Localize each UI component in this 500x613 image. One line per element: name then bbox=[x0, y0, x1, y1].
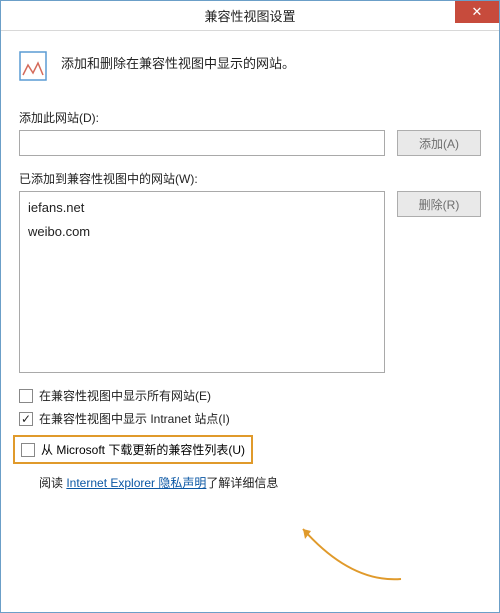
added-sites-label: 已添加到兼容性视图中的网站(W): bbox=[19, 170, 481, 187]
dialog-window: 兼容性视图设置 ✕ 添加和删除在兼容性视图中显示的网站。 添加此网站(D): 添… bbox=[0, 0, 500, 613]
close-icon: ✕ bbox=[472, 4, 483, 20]
checkbox-display-all-label: 在兼容性视图中显示所有网站(E) bbox=[39, 387, 211, 404]
checkbox-display-all-row: 在兼容性视图中显示所有网站(E) bbox=[19, 387, 481, 404]
checkbox-download-list-label: 从 Microsoft 下载更新的兼容性列表(U) bbox=[41, 441, 245, 458]
checkbox-download-list[interactable] bbox=[21, 443, 35, 457]
add-site-label: 添加此网站(D): bbox=[19, 109, 481, 126]
description-text: 添加和删除在兼容性视图中显示的网站。 bbox=[61, 51, 295, 72]
broken-page-icon bbox=[19, 51, 47, 81]
checkbox-display-all[interactable] bbox=[19, 389, 33, 403]
dialog-content: 添加和删除在兼容性视图中显示的网站。 添加此网站(D): 添加(A) 已添加到兼… bbox=[1, 31, 499, 503]
close-button[interactable]: ✕ bbox=[455, 1, 499, 23]
remove-button-column: 删除(R) bbox=[397, 191, 481, 373]
checkbox-display-intranet[interactable] bbox=[19, 412, 33, 426]
remove-button[interactable]: 删除(R) bbox=[397, 191, 481, 217]
window-title: 兼容性视图设置 bbox=[204, 6, 295, 25]
list-item[interactable]: iefans.net bbox=[28, 196, 376, 220]
highlighted-checkbox-row: 从 Microsoft 下载更新的兼容性列表(U) bbox=[13, 435, 253, 464]
privacy-prefix: 阅读 bbox=[39, 476, 66, 490]
privacy-link[interactable]: Internet Explorer 隐私声明 bbox=[66, 476, 206, 490]
description-row: 添加和删除在兼容性视图中显示的网站。 bbox=[19, 51, 481, 81]
privacy-statement-line: 阅读 Internet Explorer 隐私声明了解详细信息 bbox=[39, 474, 481, 491]
add-button[interactable]: 添加(A) bbox=[397, 130, 481, 156]
privacy-suffix: 了解详细信息 bbox=[206, 476, 278, 490]
add-site-input[interactable] bbox=[19, 130, 385, 156]
checkbox-display-intranet-row: 在兼容性视图中显示 Intranet 站点(I) bbox=[19, 410, 481, 427]
titlebar: 兼容性视图设置 ✕ bbox=[1, 1, 499, 31]
checkbox-display-intranet-label: 在兼容性视图中显示 Intranet 站点(I) bbox=[39, 410, 230, 427]
add-site-row: 添加(A) bbox=[19, 130, 481, 156]
annotation-arrow-icon bbox=[291, 521, 411, 591]
added-sites-listbox[interactable]: iefans.netweibo.com bbox=[19, 191, 385, 373]
added-sites-row: iefans.netweibo.com 删除(R) bbox=[19, 191, 481, 373]
list-item[interactable]: weibo.com bbox=[28, 220, 376, 244]
